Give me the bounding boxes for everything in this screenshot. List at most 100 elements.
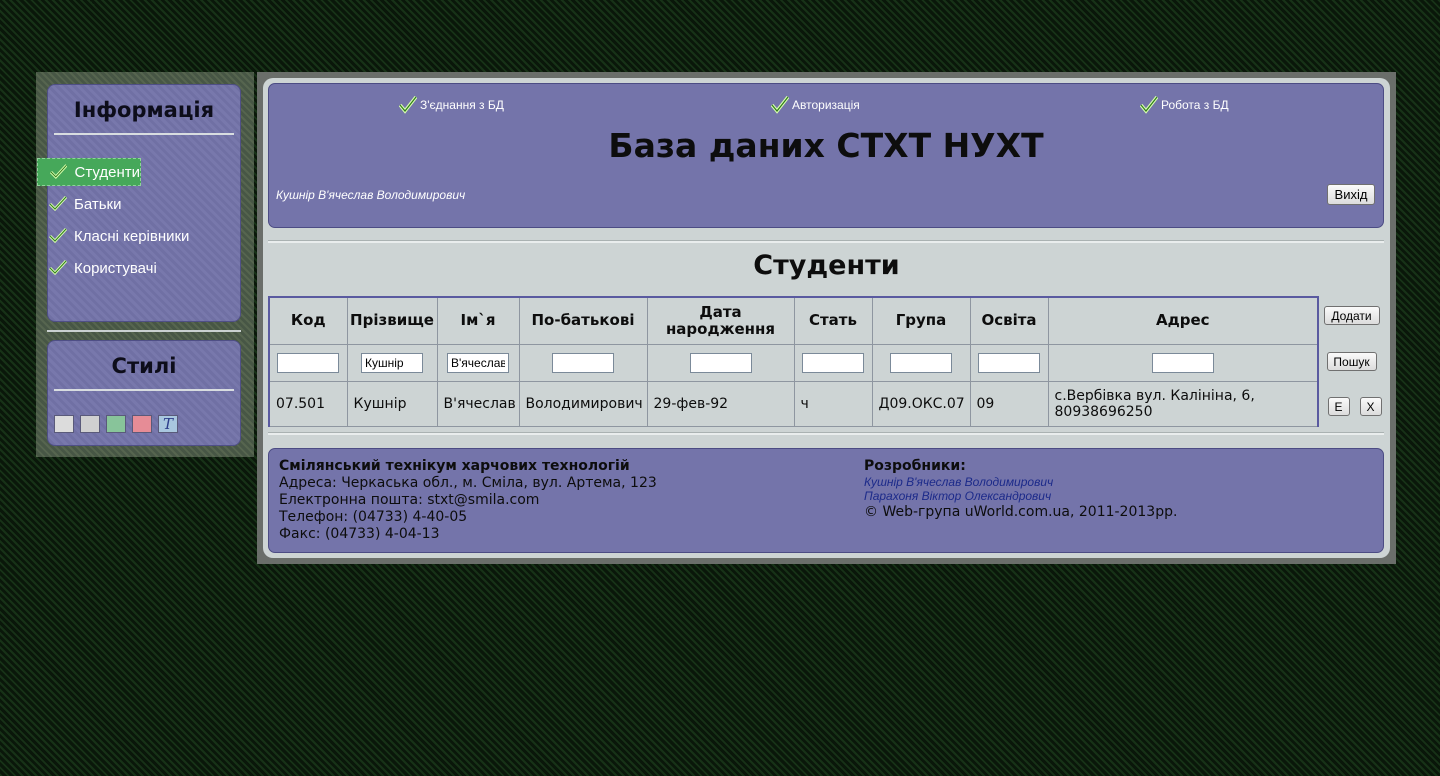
developer-link[interactable]: Парахоня Віктор Олександрович	[864, 489, 1177, 503]
checkmark-icon	[49, 228, 67, 244]
developers-info: Розробники: Кушнір В'ячеслав Володимиров…	[864, 458, 1177, 520]
cell-birth-date: 29-фев-92	[646, 380, 795, 427]
developer-link[interactable]: Кушнір В'ячеслав Володимирович	[864, 475, 1177, 489]
filter-education-input[interactable]	[978, 352, 1040, 373]
divider	[268, 240, 1384, 243]
page-title: Студенти	[753, 250, 900, 281]
style-swatch-light-gray[interactable]	[54, 415, 74, 433]
filter-address-input[interactable]	[1151, 352, 1214, 373]
header: З'єднання з БД Авторизація Робота з БД Б…	[268, 83, 1384, 228]
style-swatch-gray[interactable]	[80, 415, 100, 433]
column-header-education: Освіта	[969, 296, 1049, 345]
sidebar-item-class-teachers[interactable]: Класні керівники	[37, 222, 237, 250]
nav-list: Студенти Батьки Класні керівники Користу…	[37, 158, 237, 286]
filter-cell	[793, 343, 873, 382]
divider	[268, 432, 1384, 435]
divider	[47, 330, 241, 332]
status-label: Робота з БД	[1161, 98, 1229, 112]
actions-cell: E X	[1317, 381, 1384, 426]
cell-patronymic: Володимирович	[518, 380, 648, 427]
developers-label: Розробники:	[864, 458, 966, 474]
exit-button[interactable]: Вихід	[1327, 184, 1375, 205]
style-swatch-text-icon[interactable]: T	[158, 415, 178, 433]
filter-cell	[969, 343, 1049, 382]
column-header-patronymic: По-батькові	[518, 296, 648, 345]
org-name: Смілянський технікум харчових технологій	[279, 458, 630, 474]
cell-name: В'ячеслав	[436, 380, 520, 427]
style-swatch-pink[interactable]	[132, 415, 152, 433]
checkmark-icon	[771, 96, 789, 114]
filter-group-input[interactable]	[890, 352, 952, 373]
styles-panel-title: Стилі	[111, 354, 177, 378]
divider	[54, 133, 234, 135]
cell-code: 07.501	[268, 380, 348, 427]
table-row: 07.501 Кушнір В'ячеслав Володимирович 29…	[268, 380, 1384, 427]
column-header-birth-date: Дата народження	[646, 296, 795, 345]
filter-cell	[268, 343, 348, 382]
cell-address: с.Вербівка вул. Калініна, 6, 80938696250	[1047, 380, 1319, 427]
sidebar-item-students[interactable]: Студенти	[37, 158, 141, 186]
sidebar: Інформація Студенти Батьки Класні керівн…	[36, 72, 254, 457]
filter-surname-input[interactable]	[361, 352, 423, 373]
filter-birth-date-input[interactable]	[689, 352, 752, 373]
checkmark-icon	[1140, 96, 1158, 114]
status-db-work: Робота з БД	[1140, 96, 1229, 114]
divider	[54, 389, 234, 391]
filter-cell	[1047, 343, 1319, 382]
filter-row: Пошук	[268, 343, 1384, 382]
add-button[interactable]: Додати	[1323, 306, 1380, 325]
sidebar-item-users[interactable]: Користувачі	[37, 254, 237, 282]
site-title: База даних СТХТ НУХТ	[608, 126, 1044, 165]
filter-code-input[interactable]	[277, 352, 340, 373]
filter-cell	[436, 343, 520, 382]
search-button[interactable]: Пошук	[1326, 352, 1377, 371]
style-swatch-green[interactable]	[106, 415, 126, 433]
column-header-surname: Прізвище	[346, 296, 438, 345]
footer: Смілянський технікум харчових технологій…	[268, 448, 1384, 553]
actions-cell: Пошук	[1317, 344, 1384, 381]
delete-button[interactable]: X	[1359, 397, 1382, 416]
checkmark-icon	[399, 96, 417, 114]
cell-surname: Кушнір	[346, 380, 438, 427]
checkmark-icon	[49, 260, 67, 276]
column-header-gender: Стать	[793, 296, 873, 345]
style-swatches: T	[54, 415, 178, 433]
filter-cell	[518, 343, 648, 382]
column-header-group: Група	[871, 296, 971, 345]
cell-education: 09	[969, 380, 1049, 427]
filter-patronymic-input[interactable]	[552, 352, 614, 373]
main-frame: З'єднання з БД Авторизація Робота з БД Б…	[257, 72, 1396, 564]
status-authorization: Авторизація	[771, 96, 860, 114]
column-header-name: Ім`я	[436, 296, 520, 345]
current-user: Кушнір В'ячеслав Володимирович	[276, 188, 466, 202]
sidebar-item-label: Класні керівники	[74, 227, 190, 245]
filter-cell	[646, 343, 795, 382]
sidebar-item-label: Студенти	[74, 163, 140, 181]
sidebar-item-parents[interactable]: Батьки	[37, 190, 237, 218]
cell-group: Д09.ОКС.07	[871, 380, 971, 427]
cell-gender: ч	[793, 380, 873, 427]
info-panel: Інформація Студенти Батьки Класні керівн…	[37, 84, 241, 322]
org-phone: Телефон: (04733) 4-40-05	[279, 509, 468, 525]
org-email: Електронна пошта: stxt@smila.com	[279, 492, 540, 508]
column-header-code: Код	[268, 296, 348, 345]
checkmark-icon	[49, 196, 67, 212]
filter-cell	[346, 343, 438, 382]
contact-info: Смілянський технікум харчових технологій…	[279, 458, 657, 543]
info-panel-title: Інформація	[73, 98, 215, 122]
column-header-address: Адрес	[1047, 296, 1319, 345]
org-address: Адреса: Черкаська обл., м. Сміла, вул. А…	[279, 475, 657, 491]
copyright: © Web-група uWorld.com.ua, 2011-2013рр.	[864, 504, 1178, 520]
status-label: Авторизація	[792, 98, 860, 112]
filter-gender-input[interactable]	[802, 352, 864, 373]
main-content: З'єднання з БД Авторизація Робота з БД Б…	[263, 78, 1390, 558]
org-fax: Факс: (04733) 4-04-13	[279, 526, 440, 542]
styles-panel: Стилі T	[47, 340, 241, 446]
edit-button[interactable]: E	[1327, 397, 1350, 416]
actions-cell: Додати	[1317, 297, 1384, 344]
status-db-connection: З'єднання з БД	[399, 96, 504, 114]
filter-name-input[interactable]	[447, 352, 509, 373]
students-table: Код Прізвище Ім`я По-батькові Дата народ…	[268, 296, 1384, 427]
sidebar-item-label: Користувачі	[74, 259, 157, 277]
filter-cell	[871, 343, 971, 382]
